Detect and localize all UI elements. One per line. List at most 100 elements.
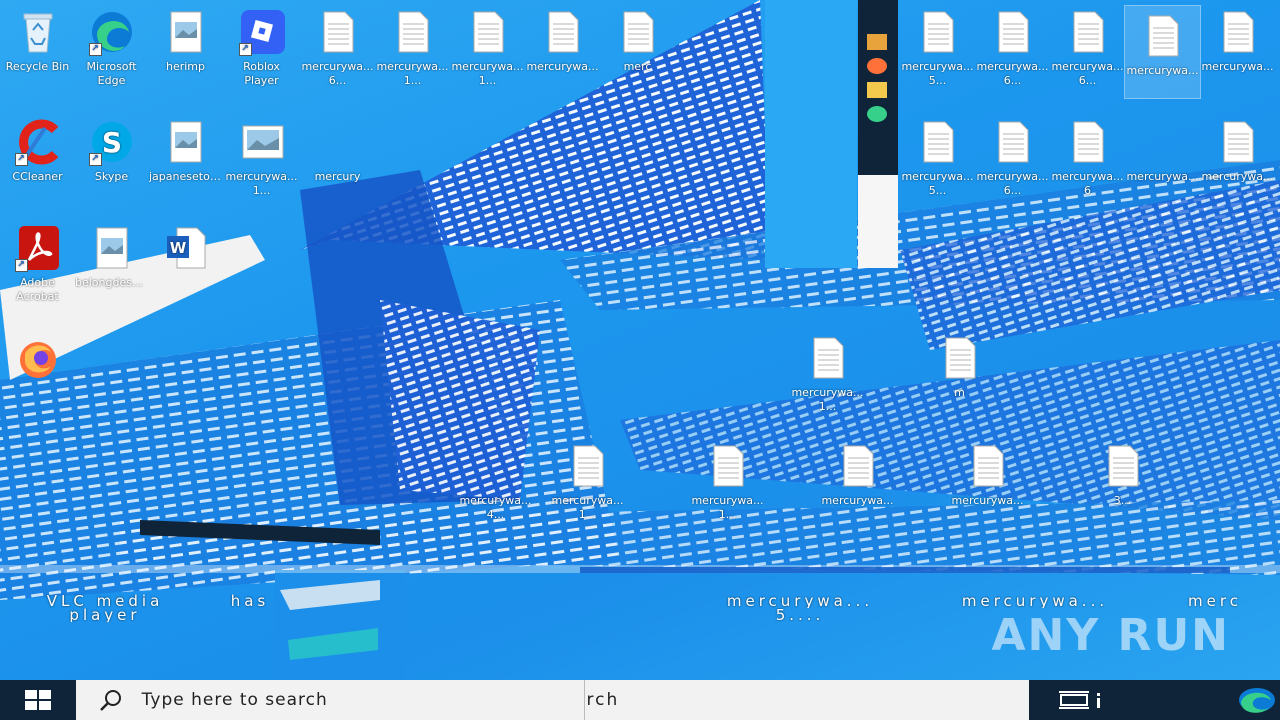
desktop-icon-herimp[interactable]: herimp: [148, 2, 223, 94]
taskbar-search-box[interactable]: Type here to search: [75, 680, 584, 720]
icon-label: Skype: [94, 170, 129, 183]
text-file-icon: [937, 334, 983, 382]
search-placeholder: Type here to search: [141, 690, 328, 710]
desktop-icon-mercurywa[interactable]: mercury: [300, 112, 375, 204]
text-file-icon: [1100, 442, 1146, 490]
icon-label: mercurywa...: [376, 60, 449, 73]
icon-label: mercurywa...: [691, 494, 764, 507]
icon-label: belongdesc...: [75, 276, 148, 289]
desktop-icon-word-document[interactable]: W: [148, 218, 223, 310]
desktop-icon-belongdesc[interactable]: belongdesc...: [74, 218, 149, 310]
text-file-icon: [315, 8, 361, 56]
icon-label: mercurywa...: [901, 60, 974, 73]
svg-text:S: S: [101, 126, 121, 159]
icon-label: has: [230, 594, 270, 608]
icon-label-line2: Acrobat: [16, 290, 59, 303]
image-file-icon: [163, 8, 209, 56]
desktop-icon-mercurywa[interactable]: mercurywa... 1...: [224, 112, 299, 204]
desktop-icon-mercurywa[interactable]: mercurywa...: [525, 2, 600, 94]
edge-icon: [867, 106, 887, 122]
desktop-icon-mercurywa[interactable]: mercurywa... 6...: [300, 2, 375, 94]
icon-label-line2: 1...: [252, 184, 271, 197]
icon-label: mercurywa...: [451, 60, 524, 73]
icon-label: mercurywa...: [459, 494, 532, 507]
task-view-button[interactable]: [1043, 680, 1123, 720]
task-view-icon: [1059, 691, 1101, 709]
desktop-icon-mercurywa[interactable]: mercurywa...: [1125, 112, 1200, 204]
desktop-icon-mercurywa[interactable]: mercurywa... 5...: [900, 112, 975, 204]
desktop: Recycle Bin ↗ Microsoft Edge herimp ↗ Ro…: [0, 0, 1280, 680]
desktop-icon-microsoft-edge[interactable]: ↗ Microsoft Edge: [74, 2, 149, 94]
text-file-icon: [915, 118, 961, 166]
text-file-icon: [540, 8, 586, 56]
file-explorer-icon: [867, 82, 887, 98]
text-file-icon: [315, 118, 361, 166]
desktop-icon-mercurywa[interactable]: mercurywa... 1...: [790, 328, 865, 420]
desktop-icon-adobe-acrobat[interactable]: ↗ Adobe Acrobat: [0, 218, 75, 310]
desktop-icon-mercurywa[interactable]: mercurywa... 1...: [550, 436, 625, 528]
desktop-icon-mercurywa[interactable]: mercurywa...: [950, 436, 1025, 528]
icon-label: mercurywa...: [1201, 170, 1274, 183]
desktop-icon-mercurywa[interactable]: mercurywa... 1...: [375, 2, 450, 94]
text-file-icon: [1065, 8, 1111, 56]
icon-label-line2: 1...: [718, 508, 737, 521]
desktop-icon-has[interactable]: has: [210, 580, 290, 672]
icon-label: mercurywa...: [301, 60, 374, 73]
start-button[interactable]: [0, 680, 76, 720]
desktop-icon-mercurywa[interactable]: mercurywa... 4...: [458, 436, 533, 528]
icon-label-line2: 1...: [818, 400, 837, 413]
icon-label: m: [954, 386, 965, 399]
desktop-icon-vlc-media-player[interactable]: VLC media player: [20, 580, 190, 672]
desktop-icon-mercurywa[interactable]: mercurywa... 1...: [690, 436, 765, 528]
icon-label-line2: 5...: [928, 184, 947, 197]
icon-label: mercurywa...: [1201, 60, 1274, 73]
text-file-icon: [1140, 12, 1186, 60]
desktop-icon-mercurywa[interactable]: mercurywa... 6...: [975, 112, 1050, 204]
desktop-icon-mercurywa[interactable]: mercurywa... 6...: [975, 2, 1050, 94]
icon-label: herimp: [165, 60, 205, 73]
desktop-icon-mercurywa[interactable]: mercurywa...: [1200, 2, 1275, 94]
desktop-icon-mercurywa[interactable]: merc: [600, 2, 675, 94]
icon-label-line2: Edge: [97, 74, 126, 87]
text-file-icon: [1065, 118, 1111, 166]
desktop-icon-recycle-bin[interactable]: Recycle Bin: [0, 2, 75, 94]
desktop-icon-mercurywa[interactable]: mercurywa... 5....: [690, 580, 910, 672]
desktop-icon-mercurywa[interactable]: mercurywa... 1...: [450, 2, 525, 94]
text-file-icon: [990, 8, 1036, 56]
icon-label: Adobe: [20, 276, 55, 289]
svg-text:W: W: [169, 239, 186, 257]
image-file-icon: [163, 118, 209, 166]
icon-label: mercurywa...: [791, 386, 864, 399]
text-file-icon: [705, 442, 751, 490]
text-file-icon: [390, 8, 436, 56]
text-file-icon: [1215, 118, 1261, 166]
icon-label-line2: 6...: [328, 74, 347, 87]
desktop-icon-skype[interactable]: S ↗ Skype: [74, 112, 149, 204]
taskbar: Type here to search rch: [0, 680, 1280, 720]
icon-label: mercurywa...: [1126, 170, 1199, 183]
desktop-icon-ccleaner[interactable]: ↗ CCleaner: [0, 112, 75, 204]
desktop-icon-mercurywa[interactable]: m: [922, 328, 997, 420]
shortcut-arrow-icon: ↗: [14, 153, 28, 166]
desktop-icon-mercurywa[interactable]: mercurywa...: [1200, 112, 1275, 204]
desktop-icon-mercurywa[interactable]: mercurywa... 5...: [900, 2, 975, 94]
desktop-icon-mercurywa[interactable]: mercurywa... 6...: [1050, 2, 1125, 94]
desktop-icon-mercurywa[interactable]: 3...: [1085, 436, 1160, 528]
desktop-icon-mercurywa[interactable]: mercurywa... 6: [1050, 112, 1125, 204]
desktop-icon-japanesetot[interactable]: japanesetot...: [148, 112, 223, 204]
icon-label-line2: Player: [244, 74, 279, 87]
recycle-bin-icon: [15, 8, 61, 56]
icon-label: mercurywa...: [976, 170, 1049, 183]
desktop-icon-mercurywa[interactable]: mercurywa...: [820, 436, 895, 528]
desktop-icon-roblox[interactable]: ↗ Roblox Player: [224, 2, 299, 94]
screen-glitch-artifacts: [0, 0, 1280, 680]
shortcut-arrow-icon: ↗: [88, 153, 102, 166]
taskbar-search-ghost: rch: [583, 680, 1029, 720]
icon-label-line2: 5....: [775, 608, 825, 622]
icon-label: CCleaner: [12, 170, 63, 183]
desktop-icon-firefox[interactable]: [0, 328, 75, 420]
windows-logo-icon: [24, 690, 51, 710]
taskbar-edge-button[interactable]: [1226, 680, 1280, 720]
icon-label: mercurywa...: [726, 594, 874, 608]
desktop-icon-mercurywa-selected[interactable]: mercurywa...: [1124, 5, 1201, 99]
